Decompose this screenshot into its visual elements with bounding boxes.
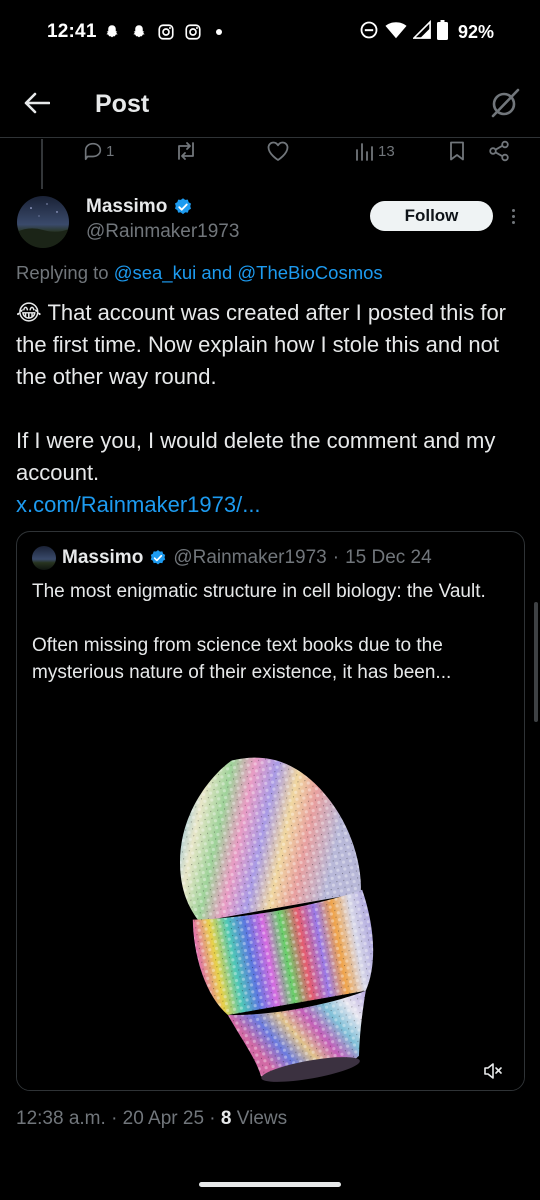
more-options-icon[interactable] [505, 203, 521, 229]
post-views-count: 8 [220, 1108, 232, 1129]
post-date: 20 Apr 25 [122, 1108, 205, 1129]
quoted-author-handle: @Rainmaker1973 [173, 547, 327, 568]
separator-dot: · [332, 547, 340, 568]
reply-button[interactable]: 1 [82, 140, 114, 162]
quoted-avatar [32, 546, 56, 570]
avatar[interactable] [17, 196, 69, 248]
bookmark-icon [450, 141, 464, 161]
verified-badge-icon [175, 198, 192, 215]
post-paragraph-2: If I were you, I would delete the commen… [16, 428, 496, 485]
verified-badge-icon [151, 550, 166, 565]
status-bar: 12:41 92% [0, 0, 540, 66]
signal-icon [411, 19, 431, 45]
separator-dot: · [111, 1108, 118, 1129]
status-time: 12:41 [47, 21, 97, 42]
reply-count: 1 [106, 142, 115, 160]
snapchat-icon [129, 22, 148, 41]
follow-button[interactable]: Follow [370, 201, 493, 231]
repost-button[interactable] [174, 140, 198, 162]
post-views-label: Views [236, 1108, 288, 1129]
vault-organelle-image [180, 757, 374, 1082]
separator-dot: · [209, 1108, 216, 1129]
snapchat-icon [102, 22, 121, 41]
mute-icon[interactable] [482, 1060, 504, 1082]
scrollbar[interactable] [534, 602, 538, 722]
bookmark-button[interactable] [446, 140, 468, 162]
parent-post-actions: 1 13 [82, 140, 522, 166]
wifi-icon [385, 20, 407, 45]
quoted-date: 15 Dec 24 [345, 547, 432, 568]
more-notifications-dot [216, 28, 222, 35]
repost-icon [178, 142, 194, 160]
thread-connector-line [41, 139, 43, 189]
page-title: Post [95, 90, 150, 118]
share-icon [489, 140, 509, 162]
post-body: 😂 That account was created after I poste… [16, 297, 526, 521]
reply-icon [84, 142, 102, 161]
battery-percent: 92% [457, 22, 494, 42]
grok-icon[interactable] [488, 86, 522, 120]
system-icons: 92% [359, 19, 494, 45]
notification-icons [102, 22, 222, 41]
quoted-video[interactable] [17, 742, 524, 1090]
dnd-icon [359, 20, 379, 45]
replying-prefix: Replying to [16, 262, 109, 283]
instagram-icon [156, 22, 175, 41]
quoted-post-header: Massimo @Rainmaker1973 · 15 Dec 24 [32, 546, 432, 570]
like-button[interactable] [266, 140, 290, 162]
replying-to: Replying to @sea_kui and @TheBioCosmos [16, 262, 383, 284]
quoted-paragraph-2: Often missing from science text books du… [32, 635, 452, 683]
author-handle[interactable]: @Rainmaker1973 [86, 221, 239, 243]
laughing-emoji: 😂 [16, 300, 42, 325]
post-timestamp: 12:38 a.m. · 20 Apr 25 · 8 Views [16, 1108, 287, 1130]
post-time: 12:38 a.m. [16, 1108, 106, 1129]
analytics-icon [356, 143, 373, 161]
author-name[interactable]: Massimo [86, 196, 193, 218]
quoted-paragraph-1: The most enigmatic structure in cell bio… [32, 581, 486, 602]
author-name-text: Massimo [86, 196, 168, 217]
instagram-icon [183, 22, 202, 41]
app-header: Post [0, 70, 540, 138]
quoted-post-card[interactable]: Massimo @Rainmaker1973 · 15 Dec 24 The m… [16, 531, 525, 1091]
home-indicator[interactable] [199, 1182, 341, 1187]
views-count: 13 [378, 142, 395, 160]
back-arrow-icon[interactable] [20, 86, 54, 120]
post-paragraph-1: That account was created after I posted … [16, 300, 507, 389]
views-button[interactable]: 13 [354, 140, 395, 162]
share-button[interactable] [488, 140, 510, 162]
replying-mentions[interactable]: @sea_kui and @TheBioCosmos [114, 262, 383, 283]
post-link[interactable]: x.com/Rainmaker1973/... [16, 489, 526, 521]
quoted-author-name: Massimo [62, 547, 144, 568]
heart-icon [267, 141, 289, 161]
battery-icon [436, 20, 448, 45]
quoted-post-text: The most enigmatic structure in cell bio… [32, 578, 512, 686]
